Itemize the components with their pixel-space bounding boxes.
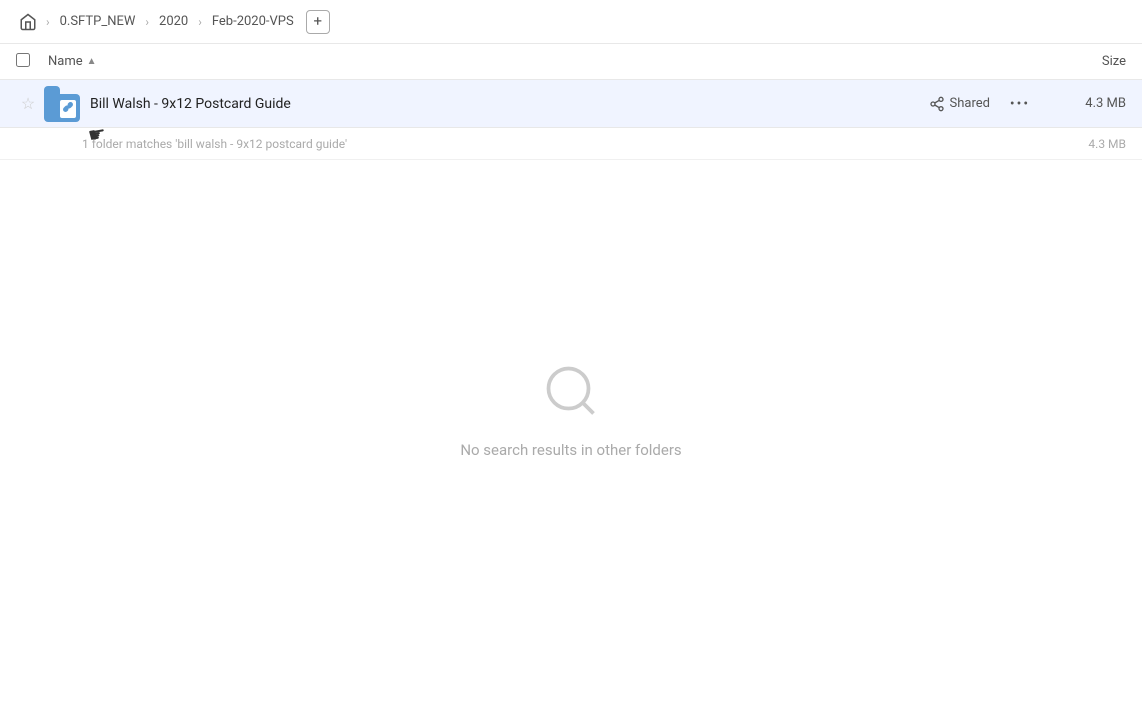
file-row[interactable]: ☆ B	[0, 80, 1142, 128]
column-header: Name ▲ Size	[0, 44, 1142, 80]
empty-search-area: No search results in other folders	[0, 160, 1142, 720]
name-column-header[interactable]: Name ▲	[48, 54, 1046, 69]
more-icon: •••	[1010, 96, 1030, 112]
match-info-row: 1 folder matches 'bill walsh - 9x12 post…	[0, 128, 1142, 160]
no-results-icon	[541, 361, 601, 425]
breadcrumb-feb[interactable]: Feb-2020-VPS	[208, 12, 298, 31]
separator-1: ›	[46, 15, 50, 29]
shared-label: Shared	[950, 96, 990, 111]
share-icon	[929, 96, 945, 112]
more-options-button[interactable]: •••	[1006, 90, 1034, 118]
folder-icon	[44, 86, 80, 122]
star-icon: ☆	[21, 94, 35, 113]
select-all-checkbox[interactable]	[16, 53, 40, 71]
match-size: 4.3 MB	[1046, 137, 1126, 151]
file-row-wrapper: ☆ B	[0, 80, 1142, 128]
match-text: 1 folder matches 'bill walsh - 9x12 post…	[82, 137, 1046, 151]
star-button[interactable]: ☆	[16, 94, 40, 113]
separator-2: ›	[145, 15, 149, 29]
breadcrumb-sftp[interactable]: 0.SFTP_NEW	[56, 12, 140, 31]
shared-badge[interactable]: Shared	[929, 96, 990, 112]
size-column-header: Size	[1046, 54, 1126, 69]
home-breadcrumb[interactable]	[16, 10, 40, 34]
add-breadcrumb-button[interactable]: +	[306, 10, 330, 34]
separator-3: ›	[198, 15, 202, 29]
file-size: 4.3 MB	[1046, 96, 1126, 111]
no-results-text: No search results in other folders	[460, 441, 681, 459]
file-name: Bill Walsh - 9x12 Postcard Guide	[90, 96, 929, 112]
breadcrumb-2020[interactable]: 2020	[155, 12, 192, 31]
sort-arrow-icon: ▲	[87, 56, 97, 67]
breadcrumb-bar: › 0.SFTP_NEW › 2020 › Feb-2020-VPS +	[0, 0, 1142, 44]
